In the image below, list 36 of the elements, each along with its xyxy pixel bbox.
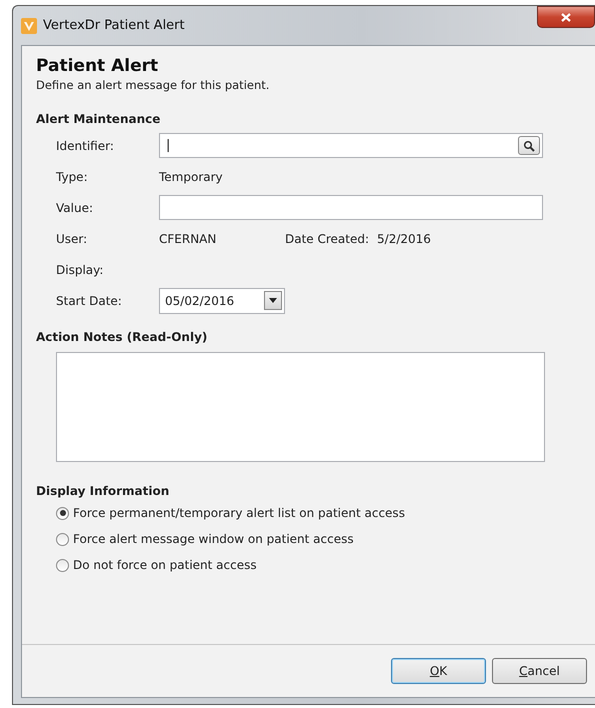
identifier-field[interactable]: | (159, 133, 543, 158)
field-label: Date Created: (285, 232, 370, 246)
field-label: Identifier: (56, 138, 115, 152)
close-button[interactable] (537, 6, 595, 28)
value-field[interactable] (159, 195, 543, 220)
radio-button[interactable] (56, 558, 69, 572)
field-label: Value: (56, 200, 94, 214)
date-picker[interactable]: 05/02/2016 (159, 288, 285, 314)
window-title: VertexDr Patient Alert (43, 18, 185, 33)
radio-button[interactable] (56, 532, 69, 546)
field-value: Temporary (159, 170, 224, 184)
caret-icon (269, 298, 277, 303)
radio-button[interactable] (56, 506, 69, 520)
app-logo-icon (21, 18, 37, 34)
close-icon (561, 12, 571, 22)
dialog-heading: Patient Alert (36, 56, 160, 76)
dialog-subtitle: Define an alert message for this patient. (36, 78, 270, 92)
search-icon (523, 140, 535, 152)
dialog-button[interactable]: Cancel (492, 658, 587, 684)
search-button[interactable] (518, 136, 540, 155)
section-heading: Display Information (36, 484, 170, 498)
field-value: CFERNAN (159, 232, 218, 246)
field-label: Type: (56, 170, 89, 184)
field-value: | (166, 138, 170, 153)
field-value: 5/2/2016 (377, 232, 431, 246)
field-label: User: (56, 232, 88, 246)
field-label: Start Date: (56, 294, 123, 308)
dropdown-button[interactable] (264, 291, 282, 310)
radio-option[interactable]: Force alert message window on patient access (56, 532, 595, 546)
radio-option[interactable]: Force permanent/temporary alert list on patient access (56, 506, 595, 520)
field-value: 05/02/2016 (165, 294, 234, 308)
field-label: Display: (56, 262, 104, 276)
radio-option[interactable]: Do not force on patient access (56, 558, 595, 572)
section-heading: Action Notes (Read-Only) (36, 330, 208, 344)
section-heading: Alert Maintenance (36, 112, 162, 126)
dialog-button[interactable]: OK (391, 658, 486, 684)
